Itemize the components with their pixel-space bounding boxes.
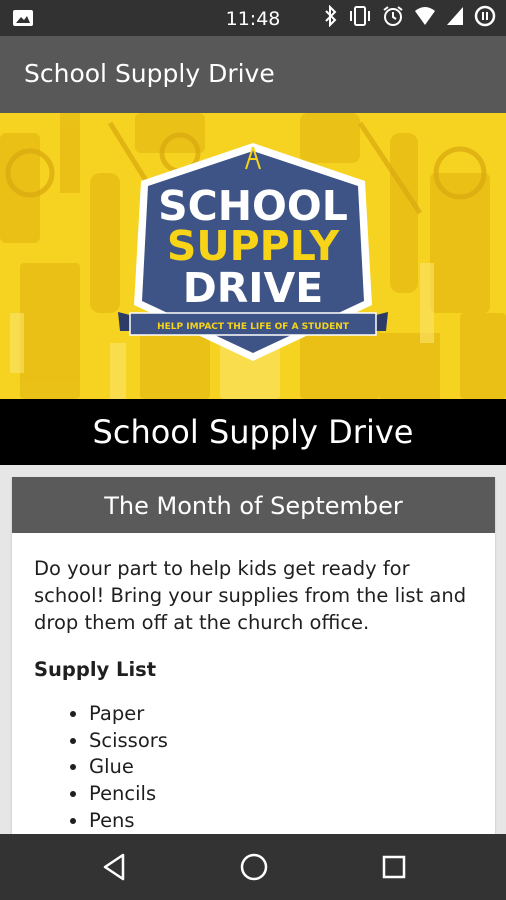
intro-text: Do your part to help kids get ready for … bbox=[34, 557, 467, 634]
list-item: Glue bbox=[89, 754, 473, 781]
app-bar: School Supply Drive bbox=[0, 36, 506, 113]
list-item: Pens bbox=[89, 808, 473, 835]
list-item: Paper bbox=[89, 701, 473, 728]
app-bar-title: School Supply Drive bbox=[24, 59, 275, 88]
event-card: The Month of September Do your part to h… bbox=[12, 477, 495, 857]
list-item: Pencils bbox=[89, 781, 473, 808]
supply-list: Paper Scissors Glue Pencils Pens bbox=[34, 701, 473, 835]
alarm-icon bbox=[382, 5, 404, 32]
back-icon[interactable] bbox=[98, 851, 130, 883]
supply-list-heading: Supply List bbox=[34, 658, 157, 681]
bluetooth-icon bbox=[324, 4, 338, 32]
navigation-bar bbox=[0, 834, 506, 900]
card-body: Do your part to help kids get ready for … bbox=[12, 533, 495, 835]
banner-line-supply: SUPPLY bbox=[167, 222, 341, 270]
wifi-icon bbox=[414, 6, 436, 31]
recents-icon[interactable] bbox=[378, 851, 410, 883]
home-icon[interactable] bbox=[238, 851, 270, 883]
data-saver-icon bbox=[474, 5, 496, 32]
banner-line-drive: DRIVE bbox=[183, 264, 324, 312]
page-title: School Supply Drive bbox=[0, 399, 506, 465]
list-item: Scissors bbox=[89, 728, 473, 755]
status-bar: 11:48 bbox=[0, 0, 506, 36]
banner-image: SCHOOL SUPPLY DRIVE HELP IMPACT THE LIFE… bbox=[0, 113, 506, 399]
card-header: The Month of September bbox=[12, 477, 495, 533]
vibrate-icon bbox=[348, 5, 372, 32]
cell-signal-icon bbox=[446, 6, 464, 31]
banner-ribbon-text: HELP IMPACT THE LIFE OF A STUDENT bbox=[157, 322, 350, 332]
